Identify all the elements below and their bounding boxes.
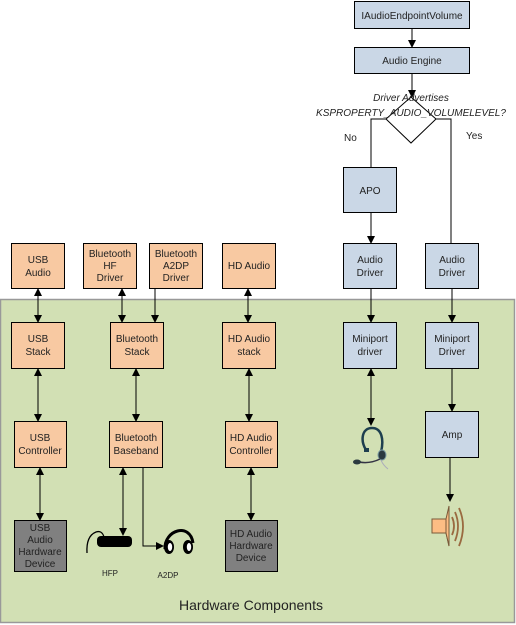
box-label: HD Audio xyxy=(228,261,271,272)
box-amp: Amp xyxy=(425,411,479,458)
box-label: HD Audio xyxy=(230,433,273,444)
box-label: Audio Engine xyxy=(382,56,442,67)
box-label: Driver xyxy=(97,273,124,284)
box-label: USB xyxy=(28,255,49,266)
a2dp-label: A2DP xyxy=(158,571,179,580)
box-usb-controller: USB Controller xyxy=(14,421,67,468)
box-label: Bluetooth xyxy=(155,249,197,260)
box-hd-audio-stack: HD Audio stack xyxy=(222,322,276,369)
box-label: Bluetooth xyxy=(116,334,158,345)
box-label: USB xyxy=(30,523,51,534)
box-bluetooth-hf-driver: Bluetooth HF Driver xyxy=(83,243,137,289)
box-label: Audio xyxy=(25,268,51,279)
box-hd-audio-hardware-device: HD Audio Hardware Device xyxy=(225,520,278,572)
box-label: Driver xyxy=(357,268,384,279)
hardware-components-label: Hardware Components xyxy=(179,597,323,613)
box-label: Driver xyxy=(439,268,466,279)
connector-yes-branch xyxy=(436,118,452,243)
box-miniport-driver-left: Miniport driver xyxy=(343,322,397,369)
box-label: Driver xyxy=(163,273,190,284)
box-audio-engine: Audio Engine xyxy=(354,47,470,74)
box-label: Device xyxy=(236,553,267,564)
box-label: Stack xyxy=(25,347,51,358)
box-usb-audio: USB Audio xyxy=(11,243,65,289)
decision-question-line1: Driver Advertises xyxy=(373,93,449,104)
box-label: Hardware xyxy=(229,541,273,552)
box-label: Audio xyxy=(357,255,383,266)
box-bluetooth-baseband: Bluetooth Baseband xyxy=(109,421,163,468)
box-label: Baseband xyxy=(113,446,158,457)
box-label: APO xyxy=(359,186,380,197)
decision-question-line2: KSPROPERTY_AUDIO_VOLUMELEVEL? xyxy=(316,108,506,119)
box-label: Audio xyxy=(27,535,53,546)
box-label: Hardware xyxy=(18,547,62,558)
box-hd-audio-controller: HD Audio Controller xyxy=(225,421,278,468)
box-label: Stack xyxy=(124,347,150,358)
box-label: Controller xyxy=(229,446,273,457)
box-apo: APO xyxy=(343,167,397,213)
box-iaudio-endpoint-volume: IAudioEndpointVolume xyxy=(354,1,470,29)
box-audio-driver-right: Audio Driver xyxy=(425,243,479,289)
box-bluetooth-stack: Bluetooth Stack xyxy=(110,322,164,369)
decision-yes-label: Yes xyxy=(466,131,482,142)
box-label: Bluetooth xyxy=(115,433,157,444)
box-label: Device xyxy=(25,559,56,570)
box-label: HD Audio xyxy=(228,334,271,345)
box-label: HD Audio xyxy=(230,529,273,540)
box-audio-driver-left: Audio Driver xyxy=(343,243,397,289)
box-label: USB xyxy=(28,334,49,345)
box-label: Audio xyxy=(439,255,465,266)
box-bluetooth-a2dp-driver: Bluetooth A2DP Driver xyxy=(149,243,203,289)
box-hd-audio: HD Audio xyxy=(222,243,276,289)
box-miniport-driver-right: Miniport Driver xyxy=(425,322,479,369)
audio-architecture-diagram: Hardware Components IAudioEndpointVolume… xyxy=(0,1,516,624)
box-label: HF xyxy=(103,261,116,272)
box-label: Controller xyxy=(18,446,62,457)
hfp-label: HFP xyxy=(102,569,118,578)
box-usb-stack: USB Stack xyxy=(11,322,65,369)
box-label: Miniport xyxy=(434,334,470,345)
box-label: driver xyxy=(357,347,383,358)
box-label: IAudioEndpointVolume xyxy=(361,11,463,22)
box-label: Bluetooth xyxy=(89,249,131,260)
connector-no-branch xyxy=(370,118,386,167)
box-label: stack xyxy=(237,347,261,358)
box-label: Driver xyxy=(439,347,466,358)
decision-no-label: No xyxy=(344,133,357,144)
box-label: Miniport xyxy=(352,334,388,345)
box-label: A2DP xyxy=(163,261,189,272)
box-label: Amp xyxy=(442,430,463,441)
box-label: USB xyxy=(30,433,51,444)
box-usb-audio-hardware-device: USB Audio Hardware Device xyxy=(14,520,67,572)
